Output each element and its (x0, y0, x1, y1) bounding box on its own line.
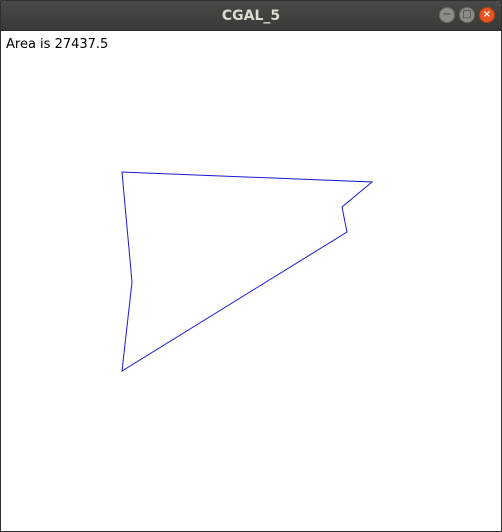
app-window: CGAL_5 − □ × Area is 27437.5 (0, 0, 502, 532)
minimize-icon[interactable]: − (439, 7, 455, 23)
maximize-icon[interactable]: □ (459, 7, 475, 23)
polygon-shape (121, 171, 374, 372)
polygon-canvas (121, 171, 374, 372)
window-title: CGAL_5 (221, 8, 281, 24)
window-controls: − □ × (439, 7, 495, 23)
drawing-area[interactable]: Area is 27437.5 (1, 31, 501, 531)
close-icon[interactable]: × (479, 7, 495, 23)
title-bar[interactable]: CGAL_5 − □ × (1, 1, 501, 31)
